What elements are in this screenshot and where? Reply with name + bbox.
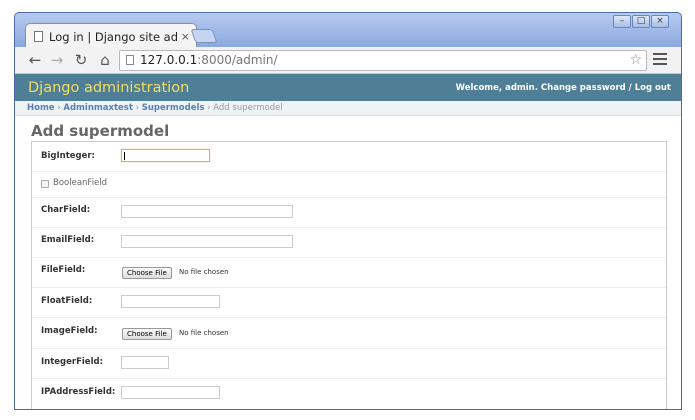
page-icon <box>34 31 43 42</box>
browser-toolbar: ← → ↻ ⌂ 127.0.0.1:8000/admin/ ☆ <box>15 47 681 74</box>
field-label: IPAddressField: <box>41 387 116 397</box>
field-label: BigInteger: <box>41 151 95 161</box>
browser-titlebar: Log in | Django site ad × – □ × <box>15 13 681 49</box>
biginteger-input[interactable] <box>121 149 210 162</box>
form-row-integerfield: IntegerField: <box>32 349 666 379</box>
page-viewport: Django administration Welcome, admin. Ch… <box>15 74 681 409</box>
site-branding[interactable]: Django administration <box>28 80 189 96</box>
charfield-input[interactable] <box>121 205 293 218</box>
breadcrumb-current: Add supermodel <box>213 103 283 113</box>
floatfield-input[interactable] <box>121 295 220 308</box>
file-status: No file chosen <box>179 329 229 337</box>
breadcrumb-home[interactable]: Home <box>27 103 55 113</box>
reload-icon[interactable]: ↻ <box>71 50 91 70</box>
booleanfield-checkbox[interactable] <box>41 180 49 188</box>
breadcrumb-separator: › <box>132 103 142 113</box>
url-host: 127.0.0.1 <box>140 53 198 67</box>
back-arrow-icon[interactable]: ← <box>25 50 45 70</box>
field-label: ImageField: <box>41 326 98 336</box>
breadcrumb-separator: › <box>204 103 214 113</box>
breadcrumb-app[interactable]: Adminmaxtest <box>63 103 133 113</box>
field-label: IntegerField: <box>41 357 103 367</box>
form-row-floatfield: FloatField: <box>32 288 666 318</box>
forward-arrow-icon[interactable]: → <box>47 50 67 70</box>
form-row-emailfield: EmailField: <box>32 228 666 258</box>
breadcrumb-model[interactable]: Supermodels <box>142 103 205 113</box>
document-icon <box>126 55 134 65</box>
text-caret <box>124 152 125 160</box>
breadcrumb: Home › Adminmaxtest › Supermodels › Add … <box>15 101 681 116</box>
new-tab-button[interactable] <box>190 29 218 43</box>
choose-file-button[interactable]: Choose File <box>122 267 172 279</box>
browser-tab[interactable]: Log in | Django site ad × <box>25 23 197 49</box>
field-label: FileField: <box>41 265 86 275</box>
form-row-ipaddressfield: IPAddressField: <box>32 379 666 409</box>
form-row-biginteger: BigInteger: <box>32 142 666 172</box>
ipaddressfield-input[interactable] <box>121 386 220 399</box>
tab-title: Log in | Django site ad <box>49 29 177 44</box>
form-row-booleanfield: BooleanField <box>32 172 666 198</box>
maximize-button[interactable]: □ <box>632 15 650 28</box>
form-row-filefield: FileField: Choose File No file chosen <box>32 258 666 288</box>
checkbox-label[interactable]: BooleanField <box>53 178 107 188</box>
home-icon[interactable]: ⌂ <box>95 50 115 70</box>
page-title: Add supermodel <box>31 122 170 140</box>
bookmark-star-icon[interactable]: ☆ <box>629 51 642 70</box>
browser-window: Log in | Django site ad × – □ × ← → ↻ ⌂ … <box>14 12 682 410</box>
minimize-button[interactable]: – <box>613 15 631 28</box>
field-label: EmailField: <box>41 235 95 245</box>
tab-close-icon[interactable]: × <box>181 30 190 43</box>
menu-icon[interactable] <box>653 53 667 68</box>
form-row-charfield: CharField: <box>32 198 666 228</box>
file-status: No file chosen <box>179 268 229 276</box>
address-bar[interactable]: 127.0.0.1:8000/admin/ ☆ <box>119 50 647 71</box>
admin-header: Django administration Welcome, admin. Ch… <box>15 74 681 101</box>
emailfield-input[interactable] <box>121 235 293 248</box>
form-row-imagefield: ImageField: Choose File No file chosen <box>32 318 666 349</box>
integerfield-input[interactable] <box>121 356 169 369</box>
field-label: FloatField: <box>41 296 93 306</box>
form-fieldset: BigInteger: BooleanField CharField: Emai… <box>31 141 667 409</box>
close-window-button[interactable]: × <box>651 15 669 28</box>
choose-file-button[interactable]: Choose File <box>122 328 172 340</box>
url-path: :8000/admin/ <box>197 53 278 67</box>
field-label: CharField: <box>41 205 91 215</box>
user-tools[interactable]: Welcome, admin. Change password / Log ou… <box>456 83 671 93</box>
